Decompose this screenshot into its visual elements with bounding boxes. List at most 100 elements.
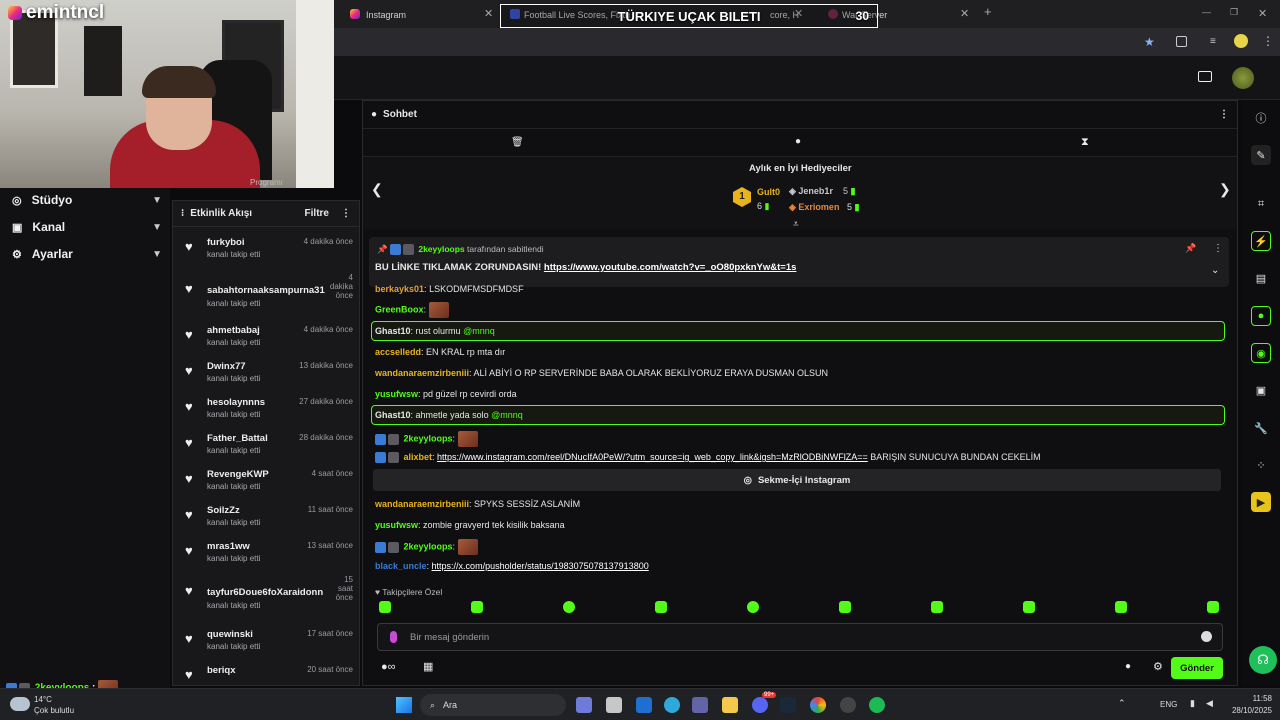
wrench-icon[interactable]: 🔧 — [1251, 418, 1271, 438]
activity-item[interactable]: ♥ RevengeKWP 4 saat önce kanalı takip etti — [183, 469, 353, 501]
instagram-tab-button[interactable]: ◎ Sekme-İçi Instagram — [373, 469, 1221, 491]
activity-username[interactable]: SoilzZz — [207, 505, 240, 516]
chat-username[interactable]: black_uncle — [375, 561, 427, 571]
pencil-icon[interactable]: ✎ — [1251, 145, 1271, 165]
clapper-icon[interactable]: ▶ — [1251, 492, 1271, 512]
copilot-icon[interactable] — [576, 697, 592, 713]
emote-icon[interactable] — [471, 601, 483, 613]
activity-username[interactable]: tayfur6Doue6foXaraidonn — [207, 587, 323, 598]
file-explorer-icon[interactable] — [722, 697, 738, 713]
weather-temp[interactable]: 14°C — [34, 695, 52, 704]
chat-username[interactable]: accselledd — [375, 347, 421, 357]
emote-icon[interactable] — [931, 601, 943, 613]
more-options-icon[interactable]: ⋮ — [1219, 109, 1229, 120]
support-headset-icon[interactable]: ☊ — [1249, 646, 1277, 674]
weather-cloud-icon[interactable] — [10, 697, 30, 711]
clock-date[interactable]: 28/10/2025 — [1222, 706, 1272, 715]
new-tab-icon[interactable]: + — [984, 4, 992, 19]
activity-item[interactable]: ♥ quewinski 17 saat önce kanalı takip etti — [183, 629, 353, 661]
activity-username[interactable]: Father_Battal — [207, 433, 268, 444]
dots-icon[interactable]: ⁘ — [1251, 455, 1271, 475]
steam-icon[interactable] — [780, 697, 796, 713]
chat-username[interactable]: alixbet — [404, 452, 433, 462]
tab-instagram[interactable]: Instagram — [350, 4, 500, 26]
activity-item[interactable]: ♥ hesolaynnns 27 dakika önce kanalı takip e… — [183, 397, 353, 429]
activity-item[interactable]: ♥ tayfur6Doue6foXaraidonn 15 saat önce kana… — [183, 575, 353, 610]
chevron-left-icon[interactable]: ❮ — [371, 181, 383, 198]
crop-icon[interactable]: ⌗ — [1251, 194, 1271, 214]
chat-username[interactable]: 2keyyloops — [404, 433, 453, 443]
activity-item[interactable]: ♥ sabahtornaaksampurna31 4 dakika önce kana… — [183, 273, 353, 308]
activity-item[interactable]: ♥ Dwinx77 13 dakika önce kanalı takip etti — [183, 361, 353, 393]
extensions-icon[interactable] — [1176, 36, 1187, 47]
stream-preview-icon[interactable] — [1198, 71, 1212, 82]
taskbar-search[interactable]: ⌕ Ara — [420, 694, 566, 716]
trash-icon[interactable]: 🗑 — [511, 137, 524, 148]
address-bar[interactable]: ★ ≡ ⋮ — [334, 28, 1280, 56]
emote-icon[interactable] — [655, 601, 667, 613]
store-icon[interactable] — [606, 697, 622, 713]
emote-icon[interactable] — [1023, 601, 1035, 613]
chat-username[interactable]: wandanaraemzirbeniii — [375, 499, 469, 509]
microphone-icon[interactable] — [390, 631, 397, 643]
spotify-icon[interactable] — [869, 697, 885, 713]
user-avatar[interactable] — [1232, 67, 1254, 89]
discord-icon[interactable] — [752, 697, 768, 713]
chat-username[interactable]: 2keyyloops — [404, 541, 453, 551]
broadcast-icon[interactable]: ◉ — [1251, 343, 1271, 363]
nav-channel[interactable]: ▣ Kanal ▼ — [12, 220, 162, 234]
chat-bubble-icon[interactable]: ● — [795, 136, 801, 147]
chat-username[interactable]: berkayks01 — [375, 284, 424, 294]
filter-button[interactable]: Filtre — [305, 208, 329, 219]
activity-username[interactable]: quewinski — [207, 629, 253, 640]
activity-username[interactable]: sabahtornaaksampurna31 — [207, 285, 325, 296]
video-icon[interactable]: ▣ — [1251, 380, 1271, 400]
activity-username[interactable]: furkyboi — [207, 237, 244, 248]
emote-icon[interactable] — [563, 601, 575, 613]
emoji-picker-icon[interactable] — [1201, 631, 1212, 642]
outlook-icon[interactable] — [636, 697, 652, 713]
pinned-by-user[interactable]: 2keyyloops — [418, 244, 464, 254]
chat-username[interactable]: yusufwsw — [375, 389, 418, 399]
chat-mention[interactable]: @mnnq — [491, 410, 523, 420]
gear-icon[interactable]: ⚙ — [1153, 660, 1163, 673]
chevron-up-icon[interactable]: ⌃ — [1118, 698, 1126, 709]
teams-icon[interactable] — [692, 697, 708, 713]
chat-input[interactable]: Bir mesaj gönderin — [377, 623, 1223, 651]
activity-item[interactable]: ♥ ahmetbabaj 4 dakika önce kanalı takip ett… — [183, 325, 353, 357]
chat-username[interactable]: yusufwsw — [375, 520, 418, 530]
chrome-icon[interactable] — [810, 697, 826, 713]
send-button[interactable]: Gönder — [1171, 657, 1223, 679]
pinned-link[interactable]: https://www.youtube.com/watch?v=_oO80pxk… — [544, 262, 797, 273]
media-icon[interactable]: ≡ — [1210, 36, 1216, 47]
chevron-down-icon[interactable]: ⌄ — [1211, 265, 1219, 276]
weather-desc[interactable]: Çok bulutlu — [34, 706, 74, 715]
network-icon[interactable]: ▮ — [1190, 698, 1195, 709]
emote-icon[interactable] — [1207, 601, 1219, 613]
activity-username[interactable]: ahmetbabaj — [207, 325, 260, 336]
clock-time[interactable]: 11:58 — [1232, 694, 1272, 703]
chevron-right-icon[interactable]: ❯ — [1219, 181, 1231, 198]
language-indicator[interactable]: ENG — [1160, 700, 1177, 709]
chat-username[interactable]: Ghast10 — [375, 326, 411, 336]
chat-mention[interactable]: @mnnq — [463, 326, 495, 336]
activity-item[interactable]: ♥ Father_Battal 28 dakika önce kanalı takip… — [183, 433, 353, 465]
profile-avatar[interactable] — [1234, 34, 1248, 48]
nav-studio[interactable]: ◎ Stüdyo ▼ — [12, 193, 162, 207]
maximize-icon[interactable]: ❐ — [1230, 7, 1238, 18]
more-options-icon[interactable]: ⋮ — [341, 208, 351, 219]
activity-username[interactable]: Dwinx77 — [207, 361, 246, 372]
more-options-icon[interactable]: ⋮ — [1213, 243, 1223, 254]
activity-username[interactable]: beriqx — [207, 665, 236, 676]
emote-icon[interactable] — [839, 601, 851, 613]
hourglass-icon[interactable]: ⧗ — [1081, 136, 1089, 149]
browser-menu-icon[interactable]: ⋮ — [1262, 34, 1274, 48]
emote-icon[interactable] — [1115, 601, 1127, 613]
infinity-icon[interactable]: ●∞ — [381, 661, 396, 673]
chat-icon[interactable]: ● — [1251, 306, 1271, 326]
chat-username[interactable]: wandanaraemzirbeniii — [375, 368, 469, 378]
emote-icon[interactable] — [747, 601, 759, 613]
activity-username[interactable]: mras1ww — [207, 541, 250, 552]
activity-username[interactable]: RevengeKWP — [207, 469, 269, 480]
bookmark-star-icon[interactable]: ★ — [1144, 35, 1155, 49]
